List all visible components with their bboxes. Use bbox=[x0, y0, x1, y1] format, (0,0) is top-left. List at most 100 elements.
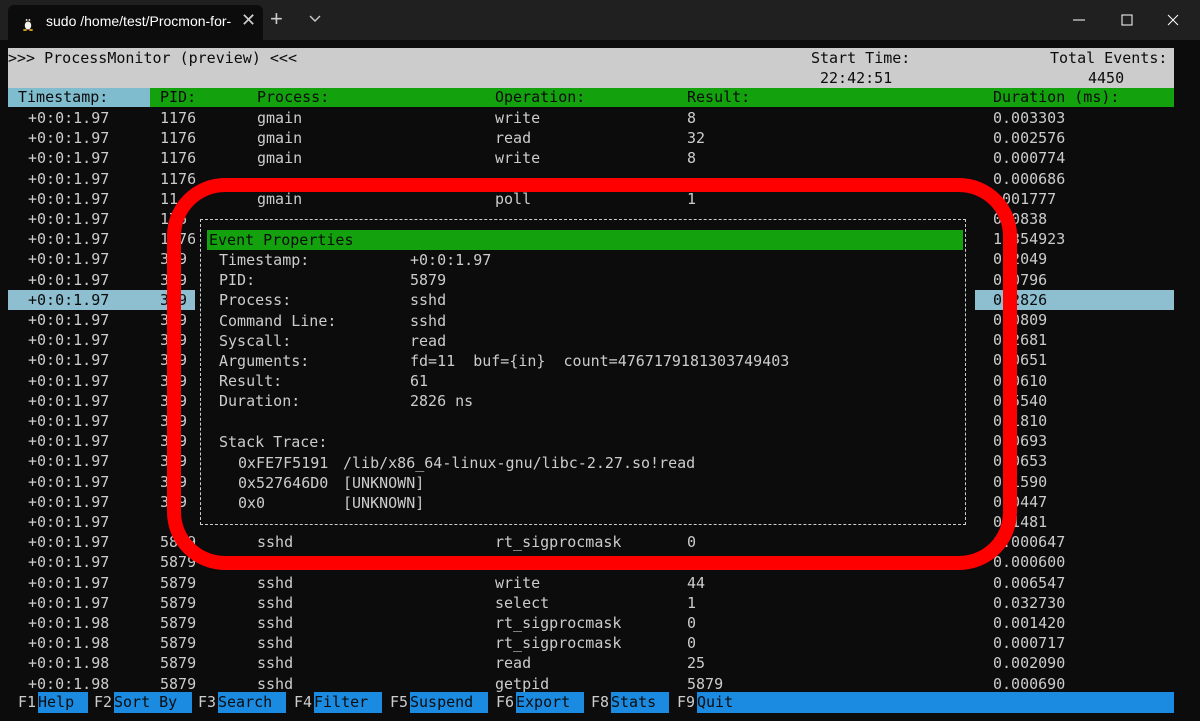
cell-pid: 1176 bbox=[160, 169, 197, 188]
table-row[interactable]: +0:0:1.97 5879 0.000600 bbox=[8, 552, 1174, 572]
cell-pid: 5879 bbox=[160, 553, 197, 572]
field-value: 2826 ns bbox=[410, 392, 474, 411]
cell-pid: 379 bbox=[160, 351, 188, 370]
chevron-down-icon[interactable] bbox=[308, 12, 322, 26]
cell-pid: 5879 bbox=[160, 593, 197, 612]
cell-result: 0 bbox=[687, 533, 697, 552]
footer-action-stats[interactable]: Stats bbox=[611, 692, 669, 713]
cell-timestamp: +0:0:1.97 bbox=[28, 573, 110, 592]
cell-duration: 001590 bbox=[993, 472, 1048, 491]
start-time-value: 22:42:51 bbox=[820, 69, 893, 87]
cell-timestamp: +0:0:1.97 bbox=[28, 149, 110, 168]
footer-action-export[interactable]: Export bbox=[516, 692, 584, 713]
cell-duration: 0.006547 bbox=[993, 573, 1066, 592]
cell-process: sshd bbox=[257, 674, 294, 693]
cell-process: sshd bbox=[257, 533, 294, 552]
table-row[interactable]: +0:0:1.98 5879 sshd rt_sigprocmask 0 0.001420 bbox=[8, 613, 1174, 633]
cell-pid: 1176 bbox=[160, 109, 197, 127]
field-label: Syscall: bbox=[219, 331, 292, 350]
footer-action-help[interactable]: Help bbox=[38, 692, 88, 713]
cell-duration: 0.000717 bbox=[993, 634, 1066, 653]
footer-action-quit[interactable]: Quit bbox=[697, 692, 1174, 713]
dialog-title-bar: Event Properties bbox=[207, 230, 963, 250]
cell-timestamp: +0:0:1.97 bbox=[28, 270, 110, 289]
cell-operation: rt_sigprocmask bbox=[495, 533, 622, 552]
cell-pid: 379 bbox=[160, 250, 188, 269]
column-pid[interactable]: PID: bbox=[160, 88, 196, 107]
new-tab-button[interactable]: + bbox=[270, 6, 283, 32]
cell-pid: 5879 bbox=[160, 614, 197, 632]
table-row[interactable]: +0:0:1.98 5879 sshd read 25 0.002090 bbox=[8, 653, 1174, 673]
function-key: F3 bbox=[198, 693, 217, 711]
column-result[interactable]: Result: bbox=[687, 88, 750, 107]
cell-duration: 000693 bbox=[993, 432, 1048, 451]
column-duration[interactable]: Duration (ms): bbox=[993, 88, 1119, 107]
function-key: F1 bbox=[18, 693, 37, 711]
cell-result: 32 bbox=[687, 129, 706, 148]
cell-pid: 379 bbox=[160, 391, 188, 410]
cell-pid: 379 bbox=[160, 492, 188, 511]
cell-timestamp: +0:0:1.97 bbox=[28, 533, 110, 552]
cell-result: 0 bbox=[687, 614, 697, 632]
cell-timestamp: +0:0:1.97 bbox=[28, 331, 110, 350]
terminal-tab[interactable]: sudo /home/test/Procmon-for- ✕ bbox=[8, 5, 263, 40]
cell-pid: 379 bbox=[160, 371, 188, 390]
cell-pid: 379 bbox=[160, 270, 188, 289]
cell-timestamp: +0:0:1.97 bbox=[28, 593, 110, 612]
tab-close-icon[interactable]: ✕ bbox=[241, 10, 256, 31]
dialog-title: Event Properties bbox=[209, 231, 354, 249]
column-process[interactable]: Process: bbox=[257, 88, 329, 107]
footer-action-search[interactable]: Search bbox=[218, 692, 286, 713]
cell-timestamp: +0:0:1.97 bbox=[28, 412, 110, 430]
field-label: PID: bbox=[219, 271, 256, 290]
cell-process: gmain bbox=[257, 109, 303, 127]
cell-duration: 000809 bbox=[993, 311, 1048, 329]
close-icon[interactable] bbox=[1162, 9, 1184, 31]
cell-operation: read bbox=[495, 654, 532, 673]
cell-operation: write bbox=[495, 573, 541, 592]
cell-result: 5879 bbox=[687, 674, 724, 693]
cell-result: 25 bbox=[687, 654, 706, 673]
function-key: F4 bbox=[294, 693, 313, 711]
cell-operation: rt_sigprocmask bbox=[495, 614, 622, 632]
table-row[interactable]: +0:0:1.97 1176 0.000686 bbox=[8, 169, 1174, 189]
cell-duration: 002049 bbox=[993, 250, 1048, 269]
cell-pid: 11 bbox=[160, 189, 179, 208]
table-row[interactable]: +0:0:1.97 5879 sshd select 1 0.032730 bbox=[8, 593, 1174, 613]
cell-timestamp: +0:0:1.98 bbox=[28, 674, 110, 693]
app-title: >>> ProcessMonitor (preview) <<< bbox=[8, 49, 297, 67]
footer-action-suspend[interactable]: Suspend bbox=[410, 692, 488, 713]
cell-result: 1 bbox=[687, 189, 697, 208]
table-row[interactable]: +0:0:1.98 5879 sshd rt_sigprocmask 0 0.000717 bbox=[8, 633, 1174, 653]
table-row[interactable]: +0:0:1.97 5879 sshd write 44 0.006547 bbox=[8, 573, 1174, 593]
cell-duration: 0.003303 bbox=[993, 109, 1066, 127]
cell-operation: poll bbox=[495, 189, 532, 208]
cell-timestamp: +0:0:1.97 bbox=[28, 513, 110, 531]
table-row[interactable]: +0:0:1.97 1176 gmain read 32 0.002576 bbox=[8, 128, 1174, 148]
table-row[interactable]: +0:0:1.97 5879 sshd rt_sigprocmask 0 0.000647 bbox=[8, 532, 1174, 552]
cell-pid: 379 bbox=[160, 311, 188, 329]
cell-timestamp: +0:0:1.97 bbox=[28, 109, 110, 127]
cell-process: sshd bbox=[257, 573, 294, 592]
cell-duration: 000796 bbox=[993, 270, 1048, 289]
footer-action-sort-by[interactable]: Sort By bbox=[114, 692, 192, 713]
cell-timestamp: +0:0:1.97 bbox=[28, 492, 110, 511]
column-operation[interactable]: Operation: bbox=[495, 88, 585, 107]
table-row[interactable]: +0:0:1.97 11 gmain poll 1 .001777 bbox=[8, 189, 1174, 209]
cell-duration: 0.032730 bbox=[993, 593, 1066, 612]
footer-action-filter[interactable]: Filter bbox=[314, 692, 382, 713]
cell-duration: 0.000690 bbox=[993, 674, 1066, 693]
table-row[interactable]: +0:0:1.97 1176 gmain write 8 0.003303 bbox=[8, 108, 1174, 128]
cell-timestamp: +0:0:1.98 bbox=[28, 654, 110, 673]
cell-pid: 5879 bbox=[160, 533, 197, 552]
cell-pid: 379 bbox=[160, 331, 188, 350]
start-time-label: Start Time: bbox=[811, 49, 911, 67]
table-row[interactable]: +0:0:1.98 5879 sshd getpid 5879 0.000690 bbox=[8, 674, 1174, 694]
minimize-icon[interactable] bbox=[1068, 9, 1090, 31]
maximize-icon[interactable] bbox=[1116, 9, 1138, 31]
cell-duration: .001777 bbox=[993, 189, 1057, 208]
total-events-value: 4450 bbox=[1088, 69, 1125, 87]
table-row[interactable]: +0:0:1.97 1176 gmain write 8 0.000774 bbox=[8, 148, 1174, 168]
cell-pid: 379 bbox=[160, 452, 188, 471]
column-timestamp[interactable]: Timestamp: bbox=[18, 88, 108, 107]
